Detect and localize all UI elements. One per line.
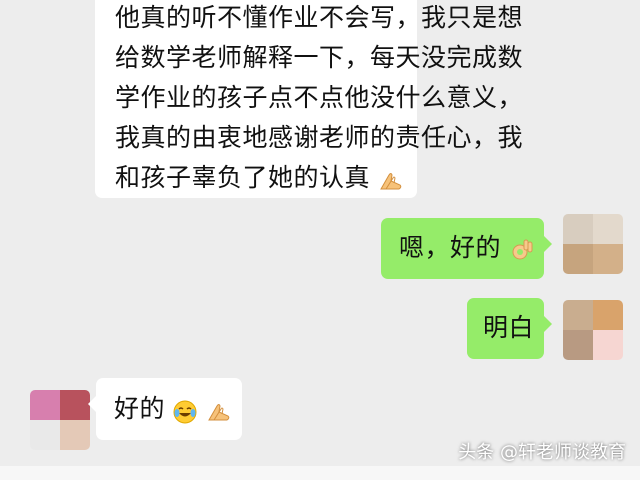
hands-together-emoji [378, 167, 402, 191]
message-line-4: 我真的由衷地感谢老师的责任心，我 [115, 123, 524, 152]
message-line-5: 和孩子辜负了她的认真 [115, 163, 371, 192]
incoming-message-1[interactable]: 他真的听不懂作业不会写，我只是想 给数学老师解释一下，每天没完成数 学作业的孩子… [95, 0, 523, 198]
hands-together-emoji [206, 398, 230, 422]
contact-avatar[interactable] [30, 390, 90, 450]
message-line-1: 他真的听不懂作业不会写，我只是想 [115, 3, 524, 32]
message-text: 嗯，好的 [399, 233, 502, 262]
self-avatar[interactable] [563, 214, 623, 274]
message-line-3: 学作业的孩子点不点他没什么意义， [115, 83, 524, 112]
ok-hand-emoji [509, 237, 533, 261]
message-text: 明白 [483, 313, 535, 342]
message-text: 好的 [114, 394, 166, 423]
incoming-message-2[interactable]: 好的 [88, 378, 242, 440]
self-avatar[interactable] [563, 300, 623, 360]
outgoing-message-1[interactable]: 嗯，好的 [381, 218, 552, 279]
crying-laughing-emoji [173, 398, 197, 424]
watermark: 头条 @轩老师谈教育 [458, 442, 626, 463]
outgoing-message-2[interactable]: 明白 [467, 298, 552, 359]
chat-input-bar[interactable] [0, 466, 640, 480]
message-line-2: 给数学老师解释一下，每天没完成数 [115, 43, 524, 72]
